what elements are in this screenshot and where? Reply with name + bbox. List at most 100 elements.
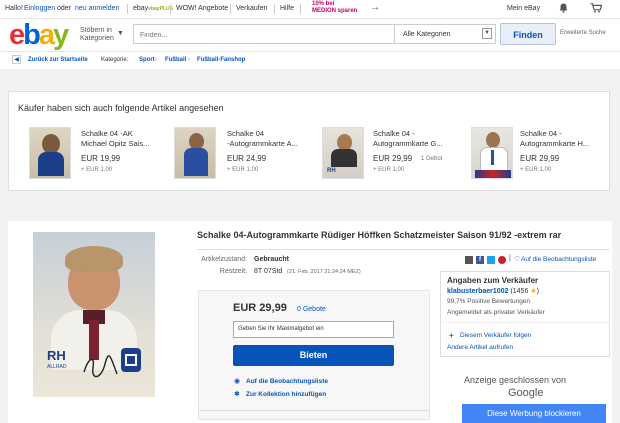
club-crest-icon <box>121 348 141 372</box>
related-item-price: EUR 19,99 <box>81 154 121 163</box>
search-box[interactable] <box>133 24 395 44</box>
help-link[interactable]: Hilfe <box>280 5 294 12</box>
bid-button[interactable]: Bieten <box>233 345 394 366</box>
login-link[interactable]: Einloggen <box>24 5 55 12</box>
related-item-price: EUR 29,99 <box>520 154 560 163</box>
pinterest-icon[interactable] <box>498 256 506 264</box>
condition-value: Gebraucht <box>254 256 290 263</box>
category-select[interactable]: Alle Kategorien ▼ <box>395 24 496 44</box>
breadcrumb-item[interactable]: Fußball <box>165 57 186 63</box>
chevron-left-icon[interactable]: ◀ <box>12 55 21 64</box>
chevron-right-icon: › <box>188 57 190 63</box>
heart-icon[interactable]: ♡ <box>514 255 520 263</box>
category-select-value: Alle Kategorien <box>403 31 451 38</box>
eye-icon: ◉ <box>234 378 241 385</box>
condition-label: Artikelzustand: <box>201 256 247 263</box>
breadcrumb-item[interactable]: Fußball-Fanshop <box>197 57 245 63</box>
ad-closed-panel: Anzeige geschlossen von Google Diese Wer… <box>456 366 612 423</box>
or-text: oder <box>57 5 72 12</box>
star-icon: ✱ <box>234 391 240 398</box>
add-to-watchlist-link[interactable]: Auf die Beobachtungsliste <box>246 378 328 385</box>
max-bid-input[interactable]: Geben Sie Ihr Maximalgebot ein <box>233 321 394 338</box>
follow-seller-link[interactable]: Diesem Verkäufer folgen <box>460 332 531 339</box>
logo-letter: b <box>23 19 41 51</box>
divider <box>198 410 430 411</box>
seller-type: Angemeldet als privater Verkäufer <box>447 309 545 316</box>
chevron-right-icon: › <box>155 57 157 63</box>
divider <box>197 249 610 250</box>
add-to-collection-link[interactable]: Zur Kollektion hinzufügen <box>246 391 326 398</box>
chevron-down-icon: ▼ <box>482 28 492 39</box>
logo-letter: a <box>38 19 55 51</box>
item-title: Schalke 04-Autogrammkarte Rüdiger Höffke… <box>197 230 562 240</box>
related-item-image[interactable] <box>29 127 71 179</box>
remaining-label: Restzeit: <box>219 268 247 275</box>
bell-icon[interactable] <box>559 3 568 15</box>
logo-letter: y <box>53 19 69 51</box>
end-date: (21. Feb. 2017 21:24:24 MEZ) <box>287 269 361 275</box>
related-item-price: EUR 29,99 <box>373 154 413 163</box>
twitter-icon[interactable] <box>487 256 495 264</box>
cart-icon[interactable] <box>590 3 603 15</box>
related-item-title[interactable]: Schalke 04 - Autogrammkarte G... <box>373 129 453 149</box>
back-to-home-link[interactable]: Zurück zur Startseite <box>28 57 88 63</box>
divider <box>440 322 610 323</box>
promo-banner[interactable]: 10% bei MEDION sparen <box>312 1 357 15</box>
seller-name-link[interactable]: klabusterbaer1002 <box>447 288 508 295</box>
browse-categories[interactable]: Stöbern in Kategorien <box>80 27 114 43</box>
watchlist-share-link[interactable]: Auf die Beobachtungsliste <box>521 256 596 263</box>
item-photo[interactable]: RH ALLRAD <box>33 232 155 397</box>
photo-logo-subtext: ALLRAD <box>47 364 67 370</box>
top-bar: Hallo! Einloggen oder neu anmelden ebaye… <box>0 0 620 19</box>
related-item-image[interactable]: RH <box>322 127 364 179</box>
related-items-title: Käufer haben sich auch folgende Artikel … <box>18 103 224 113</box>
find-button[interactable]: Finden <box>500 23 556 45</box>
browse-line-1: Stöbern in <box>80 27 112 34</box>
related-item-image[interactable] <box>174 127 216 179</box>
my-ebay-link[interactable]: Mein eBay <box>507 5 540 12</box>
related-item-shipping: + EUR 1,00 <box>373 167 405 173</box>
ebay-logo[interactable]: ebay <box>9 20 77 50</box>
photo-logo-text: RH <box>47 348 66 363</box>
other-items-link[interactable]: Andere Artikel aufrufen <box>447 344 513 351</box>
google-text: Google <box>508 387 544 399</box>
greeting: Hallo! <box>5 5 23 12</box>
related-item-shipping: + EUR 1,00 <box>520 167 552 173</box>
logo-letter: e <box>9 19 25 51</box>
bids-count-link[interactable]: 0 Gebote <box>297 306 326 313</box>
related-item-bids: 1 Gebot <box>421 156 443 162</box>
related-item-shipping: + EUR 1,00 <box>81 167 113 173</box>
email-icon[interactable] <box>465 256 473 264</box>
search-input[interactable] <box>138 26 382 44</box>
remaining-time: 8T 07Std <box>254 268 283 275</box>
related-item-image[interactable] <box>471 127 513 179</box>
ad-closed-text: Anzeige geschlossen von <box>464 375 567 385</box>
seller-score: (1456 <box>510 288 529 295</box>
related-item-title[interactable]: Schalke 04 - Autogrammkarte H... <box>520 129 600 149</box>
advanced-search-link[interactable]: Erweiterte Suche <box>560 30 606 36</box>
promo-line-2: MEDION sparen <box>312 8 358 14</box>
separator-text: | <box>509 255 511 262</box>
breadcrumb-item[interactable]: Sport <box>139 57 155 63</box>
browse-line-2: Kategorien <box>80 35 114 42</box>
seller-heading: Angaben zum Verkäufer <box>447 276 539 285</box>
register-link[interactable]: neu anmelden <box>75 5 119 12</box>
wow-deals-link[interactable]: WOW! Angebote <box>176 5 228 12</box>
sell-link[interactable]: Verkaufen <box>236 5 268 12</box>
promo-line-1: 10% bei <box>312 1 335 7</box>
arrow-right-icon: → <box>370 2 380 13</box>
plus-icon: + <box>449 331 454 340</box>
related-item-title[interactable]: Schalke 04 -Autogrammkarte A... <box>227 129 307 149</box>
breadcrumb: ◀ Zurück zur Startseite Kategorie: Sport… <box>0 51 620 70</box>
seller-name-row: klabusterbaer1002 (1456 ★) <box>447 288 539 295</box>
facebook-icon[interactable]: f <box>476 256 484 264</box>
category-label: Kategorie: <box>101 57 129 63</box>
signature-mark <box>83 355 118 378</box>
block-ad-button[interactable]: Diese Werbung blockieren <box>462 404 606 423</box>
current-price: EUR 29,99 <box>233 302 287 314</box>
ebay-plus-link[interactable]: ebayebayPLUS <box>133 5 173 12</box>
related-item-shipping: + EUR 1,00 <box>227 167 259 173</box>
seller-positive: 99,7% Positive Bewertungen <box>447 298 531 305</box>
related-item-title[interactable]: Schalke 04 -AK Michael Opitz Sais... <box>81 129 161 149</box>
chevron-down-icon: ▼ <box>117 30 124 37</box>
